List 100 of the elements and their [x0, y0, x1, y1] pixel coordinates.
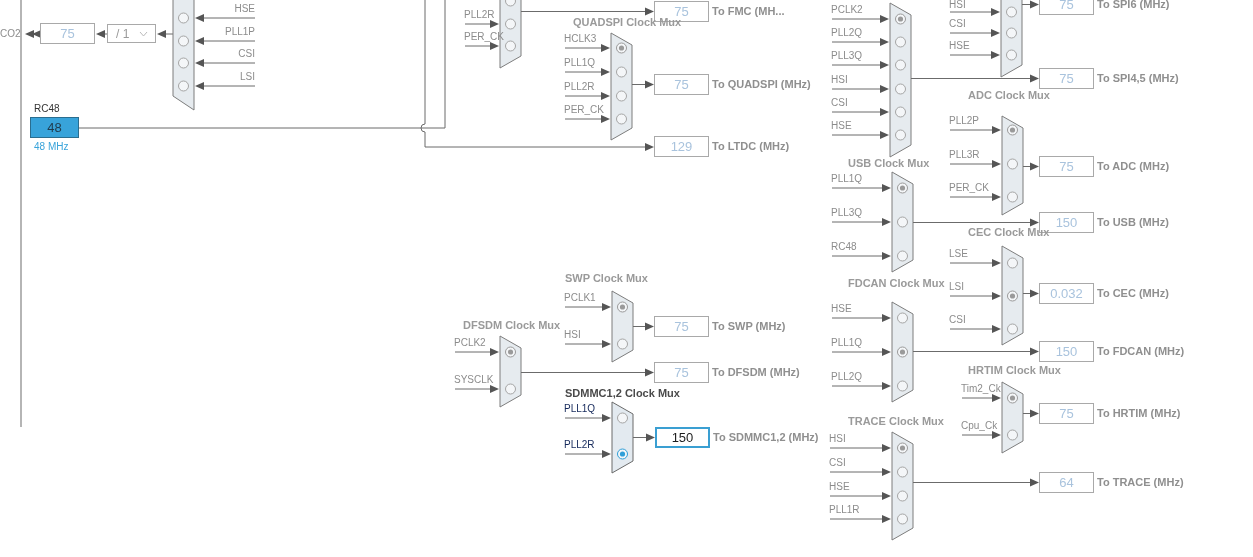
frequency-field[interactable]: 150	[1039, 341, 1094, 362]
input-arrow	[195, 14, 256, 22]
radio-button[interactable]	[897, 250, 908, 262]
oscillator-field[interactable]: 48	[30, 117, 79, 138]
radio-button[interactable]	[1007, 392, 1018, 404]
frequency-field[interactable]: 75	[1039, 156, 1094, 177]
mux-title: DFSDM Clock Mux	[463, 320, 561, 331]
radio-button[interactable]	[178, 35, 189, 47]
radio-button[interactable]	[897, 346, 908, 358]
radio-button[interactable]	[895, 13, 906, 25]
radio-button[interactable]	[1007, 158, 1018, 170]
radio-button[interactable]	[505, 0, 516, 7]
input-label: HSE	[831, 121, 852, 131]
radio-button[interactable]	[505, 18, 516, 30]
radio-button[interactable]	[897, 216, 908, 228]
radio-button[interactable]	[1006, 49, 1017, 61]
radio-button[interactable]	[617, 448, 628, 460]
frequency-field[interactable]: 150	[655, 427, 710, 448]
radio-button[interactable]	[897, 490, 908, 502]
frequency-field[interactable]: 129	[654, 136, 709, 157]
radio-button[interactable]	[616, 66, 627, 78]
radio-button[interactable]	[505, 40, 516, 52]
radio-button[interactable]	[897, 466, 908, 478]
radio-button[interactable]	[897, 380, 908, 392]
mux-title: ADC Clock Mux	[968, 90, 1050, 101]
input-label: PLL2P	[949, 116, 980, 126]
input-arrow	[949, 51, 1000, 59]
radio-button[interactable]	[505, 383, 516, 395]
input-arrow	[831, 382, 891, 390]
radio-button[interactable]	[1007, 429, 1018, 441]
input-label: Tim2_Ck	[961, 384, 1001, 394]
input-label: RC48	[831, 242, 857, 252]
input-label: PCLK2	[831, 5, 863, 15]
input-label: CSI	[949, 315, 966, 325]
input-arrow	[564, 68, 610, 76]
frequency-field[interactable]: 75	[1039, 403, 1094, 424]
radio-button[interactable]	[1007, 257, 1018, 269]
radio-button[interactable]	[1006, 27, 1017, 39]
radio-button[interactable]	[895, 59, 906, 71]
radio-button[interactable]	[895, 36, 906, 48]
output-label: To USB (MHz)	[1097, 217, 1169, 228]
input-label: PLL2R	[564, 82, 595, 92]
frequency-field[interactable]: 75	[654, 362, 709, 383]
frequency-field[interactable]: 64	[1039, 472, 1094, 493]
radio-button[interactable]	[178, 12, 189, 24]
input-arrow	[831, 218, 891, 226]
input-arrow	[831, 348, 891, 356]
chevron-down-icon	[139, 30, 149, 37]
radio-button[interactable]	[897, 513, 908, 525]
output-label: To ADC (MHz)	[1097, 161, 1170, 172]
radio-button[interactable]	[178, 57, 189, 69]
frequency-field[interactable]: 0.032	[1039, 283, 1094, 304]
frequency-field[interactable]: 75	[654, 316, 709, 337]
output-label: CO2	[0, 29, 21, 39]
output-arrow	[157, 30, 174, 38]
input-label: PLL2Q	[831, 28, 863, 38]
radio-button[interactable]	[616, 113, 627, 125]
input-arrow	[831, 252, 891, 260]
input-arrow	[564, 414, 611, 422]
radio-button[interactable]	[897, 182, 908, 194]
input-arrow	[454, 348, 499, 356]
input-label: HSI	[831, 75, 848, 85]
radio-button[interactable]	[1007, 124, 1018, 136]
radio-button[interactable]	[1007, 191, 1018, 203]
input-arrow	[831, 131, 889, 139]
radio-button[interactable]	[1006, 6, 1017, 18]
radio-button[interactable]	[616, 90, 627, 102]
input-arrow	[831, 38, 889, 46]
radio-button[interactable]	[505, 346, 516, 358]
radio-button[interactable]	[895, 106, 906, 118]
input-arrow	[564, 303, 611, 311]
radio-button[interactable]	[897, 312, 908, 324]
frequency-field[interactable]: 75	[1039, 0, 1094, 15]
input-label: HSE	[831, 304, 852, 314]
radio-button[interactable]	[1007, 323, 1018, 335]
input-label: PLL2R	[464, 10, 495, 20]
input-arrow	[949, 29, 1000, 37]
input-arrow	[454, 385, 499, 393]
radio-button[interactable]	[1007, 290, 1018, 302]
input-label: PLL1Q	[831, 174, 863, 184]
radio-button[interactable]	[178, 80, 189, 92]
radio-button[interactable]	[616, 42, 627, 54]
input-arrow	[831, 314, 891, 322]
input-label: PLL1Q	[831, 338, 863, 348]
radio-button[interactable]	[617, 301, 628, 313]
radio-button[interactable]	[895, 83, 906, 95]
frequency-field[interactable]: 75	[40, 23, 95, 44]
divider-dropdown[interactable]: / 1	[107, 24, 156, 43]
input-label: PCLK2	[454, 338, 486, 348]
frequency-field[interactable]: 75	[654, 74, 709, 95]
output-arrow	[632, 433, 655, 442]
input-label: CSI	[238, 49, 255, 59]
radio-button[interactable]	[897, 442, 908, 454]
output-label: To HRTIM (MHz)	[1097, 408, 1181, 419]
radio-button[interactable]	[617, 412, 628, 424]
input-label: PLL1Q	[564, 404, 596, 414]
frequency-field[interactable]: 75	[1039, 68, 1094, 89]
input-label: HSI	[564, 330, 581, 340]
radio-button[interactable]	[617, 338, 628, 350]
radio-button[interactable]	[895, 129, 906, 141]
